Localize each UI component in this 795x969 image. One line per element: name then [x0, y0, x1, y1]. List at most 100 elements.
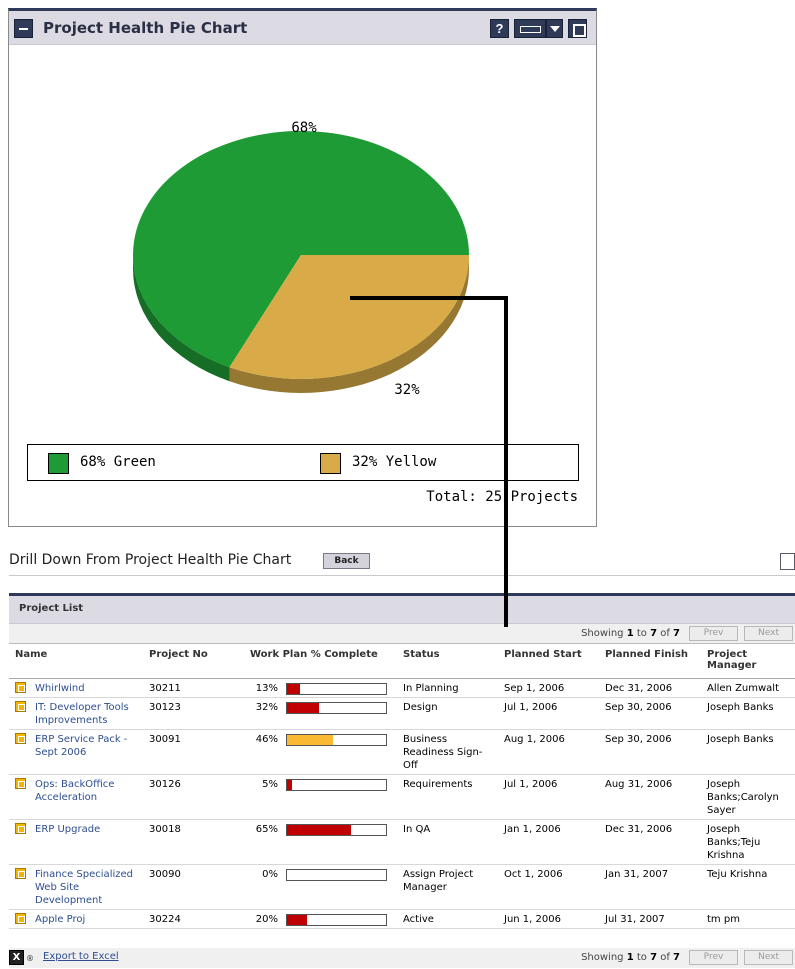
divider — [9, 575, 795, 576]
project-icon — [15, 777, 26, 789]
work-plan-percent: 20% — [255, 913, 278, 925]
pie-label-green: 68% — [291, 120, 317, 136]
project-name-cell: ERP Upgrade — [9, 819, 143, 865]
prev-button[interactable]: Prev — [689, 626, 738, 641]
planned-finish: Sep 30, 2006 — [599, 697, 701, 730]
planned-start: Sep 1, 2006 — [498, 678, 599, 698]
excel-icon: X — [9, 950, 24, 965]
project-table: Name Project No Work Plan % Complete Sta… — [9, 644, 795, 929]
column-header-project-manager[interactable]: Project Manager — [701, 644, 795, 679]
project-name-cell: IT: Developer Tools Improvements — [9, 697, 143, 730]
status: Active — [397, 909, 498, 929]
project-icon — [15, 867, 26, 879]
project-manager: Joseph Banks;Teju Krishna — [701, 819, 795, 865]
planned-finish: Jan 31, 2007 — [599, 864, 701, 910]
planned-start: Oct 1, 2006 — [498, 864, 599, 910]
planned-finish: Dec 31, 2006 — [599, 819, 701, 865]
pager-bottom: X ® Export to Excel Showing 1 to 7 of 7 … — [9, 948, 795, 968]
work-plan-percent: 46% — [255, 733, 278, 745]
pager-top: Showing 1 to 7 of 7 Prev Next — [9, 624, 795, 644]
project-link[interactable]: Ops: BackOffice Acceleration — [35, 779, 114, 803]
planned-finish: Dec 31, 2006 — [599, 678, 701, 698]
maximize-icon[interactable] — [568, 19, 587, 38]
column-header-name[interactable]: Name — [9, 644, 143, 679]
progress-bar-fill — [287, 914, 307, 925]
project-icon — [15, 681, 26, 693]
project-link[interactable]: IT: Developer Tools Improvements — [35, 702, 129, 726]
help-icon[interactable]: ? — [490, 19, 509, 38]
progress-bar-fill — [287, 702, 319, 713]
column-header-project-no[interactable]: Project No — [143, 644, 244, 679]
progress-bar — [286, 823, 387, 836]
status: Business Readiness Sign-Off — [397, 729, 498, 775]
work-plan-percent: 0% — [262, 868, 278, 880]
export-to-excel-link[interactable]: X ® Export to Excel — [9, 950, 119, 965]
column-header-planned-finish[interactable]: Planned Finish — [599, 644, 701, 679]
progress-bar-fill — [287, 683, 300, 694]
work-plan-percent: 32% — [255, 701, 278, 713]
project-manager: Teju Krishna — [701, 864, 795, 910]
project-icon — [15, 822, 26, 834]
project-no: 30224 — [143, 909, 244, 929]
back-button[interactable]: Back — [323, 553, 370, 569]
status: Assign Project Manager — [397, 864, 498, 910]
table-row: Finance Specialized Web Site Development… — [9, 864, 795, 910]
progress-bar — [286, 778, 387, 791]
table-row: ERP Upgrade 30018 65% In QA Jan 1, 2006 Dec 3… — [9, 819, 795, 865]
progress-bar — [286, 868, 387, 881]
status: Design — [397, 697, 498, 730]
settings-icon[interactable] — [514, 19, 546, 38]
project-link[interactable]: Apple Proj — [35, 914, 85, 925]
planned-start: Jul 1, 2006 — [498, 697, 599, 730]
collapse-icon[interactable] — [14, 19, 33, 38]
project-name-cell: Whirlwind — [9, 678, 143, 698]
work-plan-cell: 32% — [244, 697, 397, 730]
project-no: 30018 — [143, 819, 244, 865]
column-header-work-plan[interactable]: Work Plan % Complete — [244, 644, 397, 679]
project-manager: Joseph Banks — [701, 729, 795, 775]
planned-start: Jun 1, 2006 — [498, 909, 599, 929]
dropdown-arrow-icon[interactable] — [546, 19, 563, 38]
project-no: 30126 — [143, 774, 244, 820]
progress-bar — [286, 913, 387, 926]
status: Requirements — [397, 774, 498, 820]
project-no: 30123 — [143, 697, 244, 730]
project-link[interactable]: Whirlwind — [35, 683, 85, 694]
project-link[interactable]: ERP Service Pack - Sept 2006 — [35, 734, 127, 758]
chart-legend: 68% Green 32% Yellow — [27, 444, 579, 481]
next-button[interactable]: Next — [744, 626, 793, 641]
pdf-export-icon[interactable] — [780, 553, 795, 570]
prev-button-bottom[interactable]: Prev — [689, 950, 738, 965]
project-manager: Joseph Banks — [701, 697, 795, 730]
work-plan-cell: 5% — [244, 774, 397, 820]
work-plan-cell: 65% — [244, 819, 397, 865]
planned-finish: Aug 31, 2006 — [599, 774, 701, 820]
project-link[interactable]: Finance Specialized Web Site Development — [35, 869, 133, 906]
progress-bar-fill — [287, 824, 352, 835]
work-plan-cell: 0% — [244, 864, 397, 910]
legend-swatch-yellow — [320, 453, 341, 474]
status: In QA — [397, 819, 498, 865]
pie-chart-portlet: Project Health Pie Chart ? 68% 32% 68% Gr… — [8, 8, 597, 527]
work-plan-percent: 65% — [255, 823, 278, 835]
project-list-panel: Project List Showing 1 to 7 of 7 Prev Ne… — [9, 593, 795, 969]
project-link[interactable]: ERP Upgrade — [35, 824, 100, 835]
registered-mark: ® — [26, 954, 34, 963]
table-row: Apple Proj 30224 20% Active Jun 1, 2006 Jul 3… — [9, 909, 795, 929]
showing-count-bottom: Showing 1 to 7 of 7 — [581, 952, 680, 963]
project-no: 30211 — [143, 678, 244, 698]
column-header-status[interactable]: Status — [397, 644, 498, 679]
export-label[interactable]: Export to Excel — [43, 951, 119, 962]
column-header-planned-start[interactable]: Planned Start — [498, 644, 599, 679]
work-plan-percent: 13% — [255, 682, 278, 694]
progress-bar-fill — [287, 734, 333, 745]
table-row: IT: Developer Tools Improvements 30123 32%… — [9, 697, 795, 730]
legend-swatch-green — [48, 453, 69, 474]
callout-line-horizontal — [350, 296, 508, 300]
progress-bar-fill — [287, 779, 292, 790]
next-button-bottom[interactable]: Next — [744, 950, 793, 965]
portlet-title: Project Health Pie Chart — [43, 19, 248, 37]
project-name-cell: ERP Service Pack - Sept 2006 — [9, 729, 143, 775]
status: In Planning — [397, 678, 498, 698]
progress-bar — [286, 701, 387, 714]
